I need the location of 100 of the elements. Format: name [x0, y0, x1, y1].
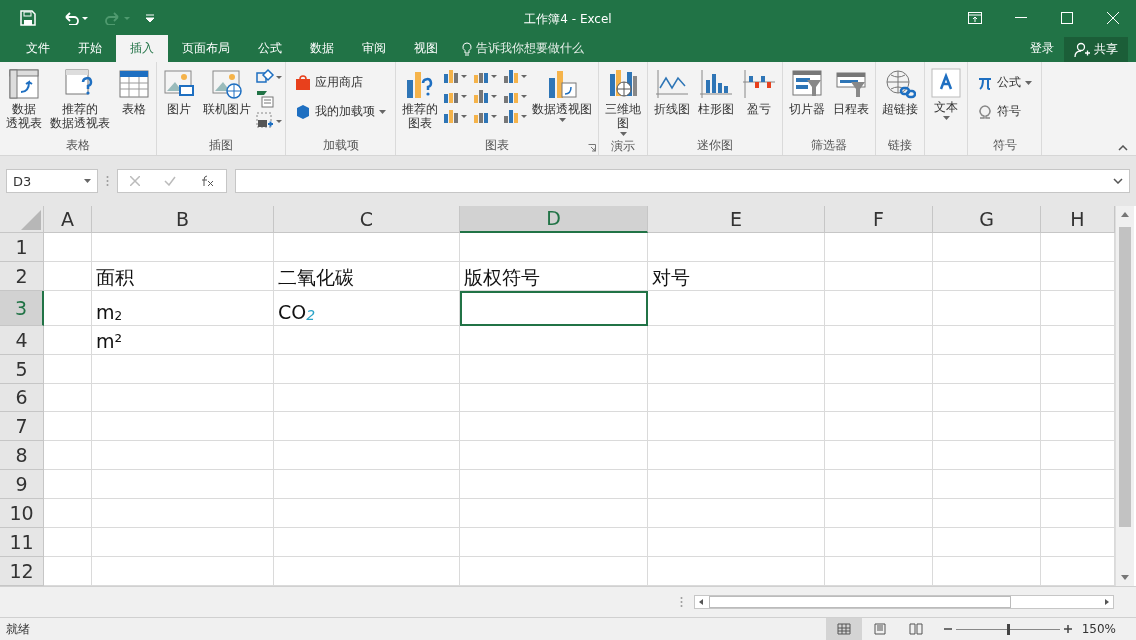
cell[interactable]	[933, 557, 1041, 586]
cell[interactable]	[274, 325, 460, 355]
cell[interactable]	[648, 412, 825, 442]
cell[interactable]	[933, 528, 1041, 558]
cell[interactable]	[933, 441, 1041, 471]
cell[interactable]	[92, 441, 274, 471]
ribbon-button[interactable]: 数据 透视表	[3, 66, 45, 132]
ribbon-tab[interactable]: 插入	[116, 35, 168, 62]
cell[interactable]	[274, 528, 460, 558]
cell[interactable]	[92, 232, 274, 262]
ribbon-button[interactable]: 图片	[160, 66, 198, 118]
row-header[interactable]: 3	[0, 290, 44, 326]
share-button[interactable]: 共享	[1064, 37, 1128, 62]
sign-in-link[interactable]: 登录	[1020, 35, 1064, 62]
cell[interactable]	[825, 383, 933, 413]
cell[interactable]	[933, 412, 1041, 442]
cell[interactable]	[92, 412, 274, 442]
cell[interactable]: CO$_{2}$	[274, 290, 460, 326]
cell[interactable]	[933, 232, 1041, 262]
cell[interactable]: 二氧化碳	[274, 261, 460, 291]
ribbon-tab[interactable]: 审阅	[348, 35, 400, 62]
insert-function-icon[interactable]	[200, 175, 214, 187]
smartart-icon[interactable]	[256, 90, 274, 108]
cell[interactable]	[274, 412, 460, 442]
cell[interactable]	[44, 470, 92, 500]
cell[interactable]	[825, 412, 933, 442]
cell[interactable]	[933, 499, 1041, 529]
chart-type-icon[interactable]	[503, 108, 527, 124]
dialog-launcher-icon[interactable]	[588, 144, 596, 152]
cell[interactable]	[460, 412, 648, 442]
column-header[interactable]: D	[460, 206, 648, 233]
ribbon-button[interactable]: 推荐的 图表	[399, 66, 441, 132]
row-header[interactable]: 8	[0, 441, 44, 471]
view-button[interactable]	[825, 618, 862, 640]
cell[interactable]	[44, 325, 92, 355]
screenshot-icon[interactable]	[256, 112, 282, 130]
shapes-icon[interactable]	[256, 68, 282, 86]
row-header[interactable]: 10	[0, 499, 44, 529]
cell[interactable]	[92, 354, 274, 384]
ribbon-button[interactable]: 柱形图	[695, 66, 737, 118]
row-header[interactable]: 2	[0, 261, 44, 291]
cell[interactable]	[92, 383, 274, 413]
ribbon-tab[interactable]: 文件	[12, 35, 64, 62]
enter-icon[interactable]	[164, 176, 176, 186]
ribbon-tab[interactable]: 数据	[296, 35, 348, 62]
zoom-slider[interactable]	[955, 623, 1060, 635]
cell[interactable]	[274, 470, 460, 500]
cell[interactable]	[825, 325, 933, 355]
cell[interactable]	[648, 557, 825, 586]
cell[interactable]	[44, 261, 92, 291]
cell[interactable]	[825, 441, 933, 471]
cell[interactable]	[933, 354, 1041, 384]
ribbon-button[interactable]: 超链接	[879, 66, 921, 118]
cell[interactable]	[648, 232, 825, 262]
redo-icon[interactable]	[104, 10, 130, 25]
ribbon-button[interactable]: 符号	[977, 103, 1032, 120]
tell-me-search[interactable]: 告诉我你想要做什么	[462, 35, 584, 62]
ribbon-button[interactable]: 数据透视图	[529, 66, 595, 124]
cell[interactable]	[648, 499, 825, 529]
column-header[interactable]: E	[648, 206, 825, 233]
column-header[interactable]: B	[92, 206, 274, 233]
collapse-ribbon-icon[interactable]	[1118, 145, 1128, 151]
ribbon-button[interactable]: 联机图片	[200, 66, 254, 118]
cell[interactable]	[92, 499, 274, 529]
cell[interactable]	[825, 261, 933, 291]
cell[interactable]	[92, 470, 274, 500]
cell[interactable]	[460, 499, 648, 529]
cell[interactable]	[825, 528, 933, 558]
cell[interactable]	[274, 499, 460, 529]
row-header[interactable]: 12	[0, 557, 44, 586]
ribbon-tab[interactable]: 页面布局	[168, 35, 244, 62]
cell[interactable]	[44, 412, 92, 442]
row-header[interactable]: 1	[0, 232, 44, 262]
save-icon[interactable]	[20, 9, 36, 26]
cell[interactable]	[825, 354, 933, 384]
cell[interactable]	[933, 325, 1041, 355]
minimize-icon[interactable]	[1015, 16, 1027, 19]
cell[interactable]	[460, 383, 648, 413]
cell[interactable]	[648, 354, 825, 384]
ribbon-button[interactable]: 文本	[928, 66, 964, 122]
cell[interactable]	[648, 290, 825, 326]
scroll-down-icon[interactable]	[1121, 575, 1129, 580]
cell[interactable]	[933, 470, 1041, 500]
cell[interactable]	[825, 499, 933, 529]
cell[interactable]	[460, 557, 648, 586]
row-header[interactable]: 4	[0, 325, 44, 355]
cell[interactable]	[460, 528, 648, 558]
ribbon-button[interactable]: 日程表	[830, 66, 872, 118]
close-icon[interactable]	[1107, 11, 1119, 24]
ribbon-button[interactable]: 公式	[977, 74, 1032, 91]
row-header[interactable]: 9	[0, 470, 44, 500]
ribbon-button[interactable]: 折线图	[651, 66, 693, 118]
column-header[interactable]: F	[825, 206, 933, 233]
cell[interactable]	[44, 499, 92, 529]
zoom-out-icon[interactable]	[943, 625, 952, 633]
cell[interactable]	[825, 557, 933, 586]
chart-type-icon[interactable]	[443, 108, 467, 124]
expand-icon[interactable]	[1113, 178, 1123, 184]
cell[interactable]	[460, 470, 648, 500]
cell[interactable]	[648, 528, 825, 558]
